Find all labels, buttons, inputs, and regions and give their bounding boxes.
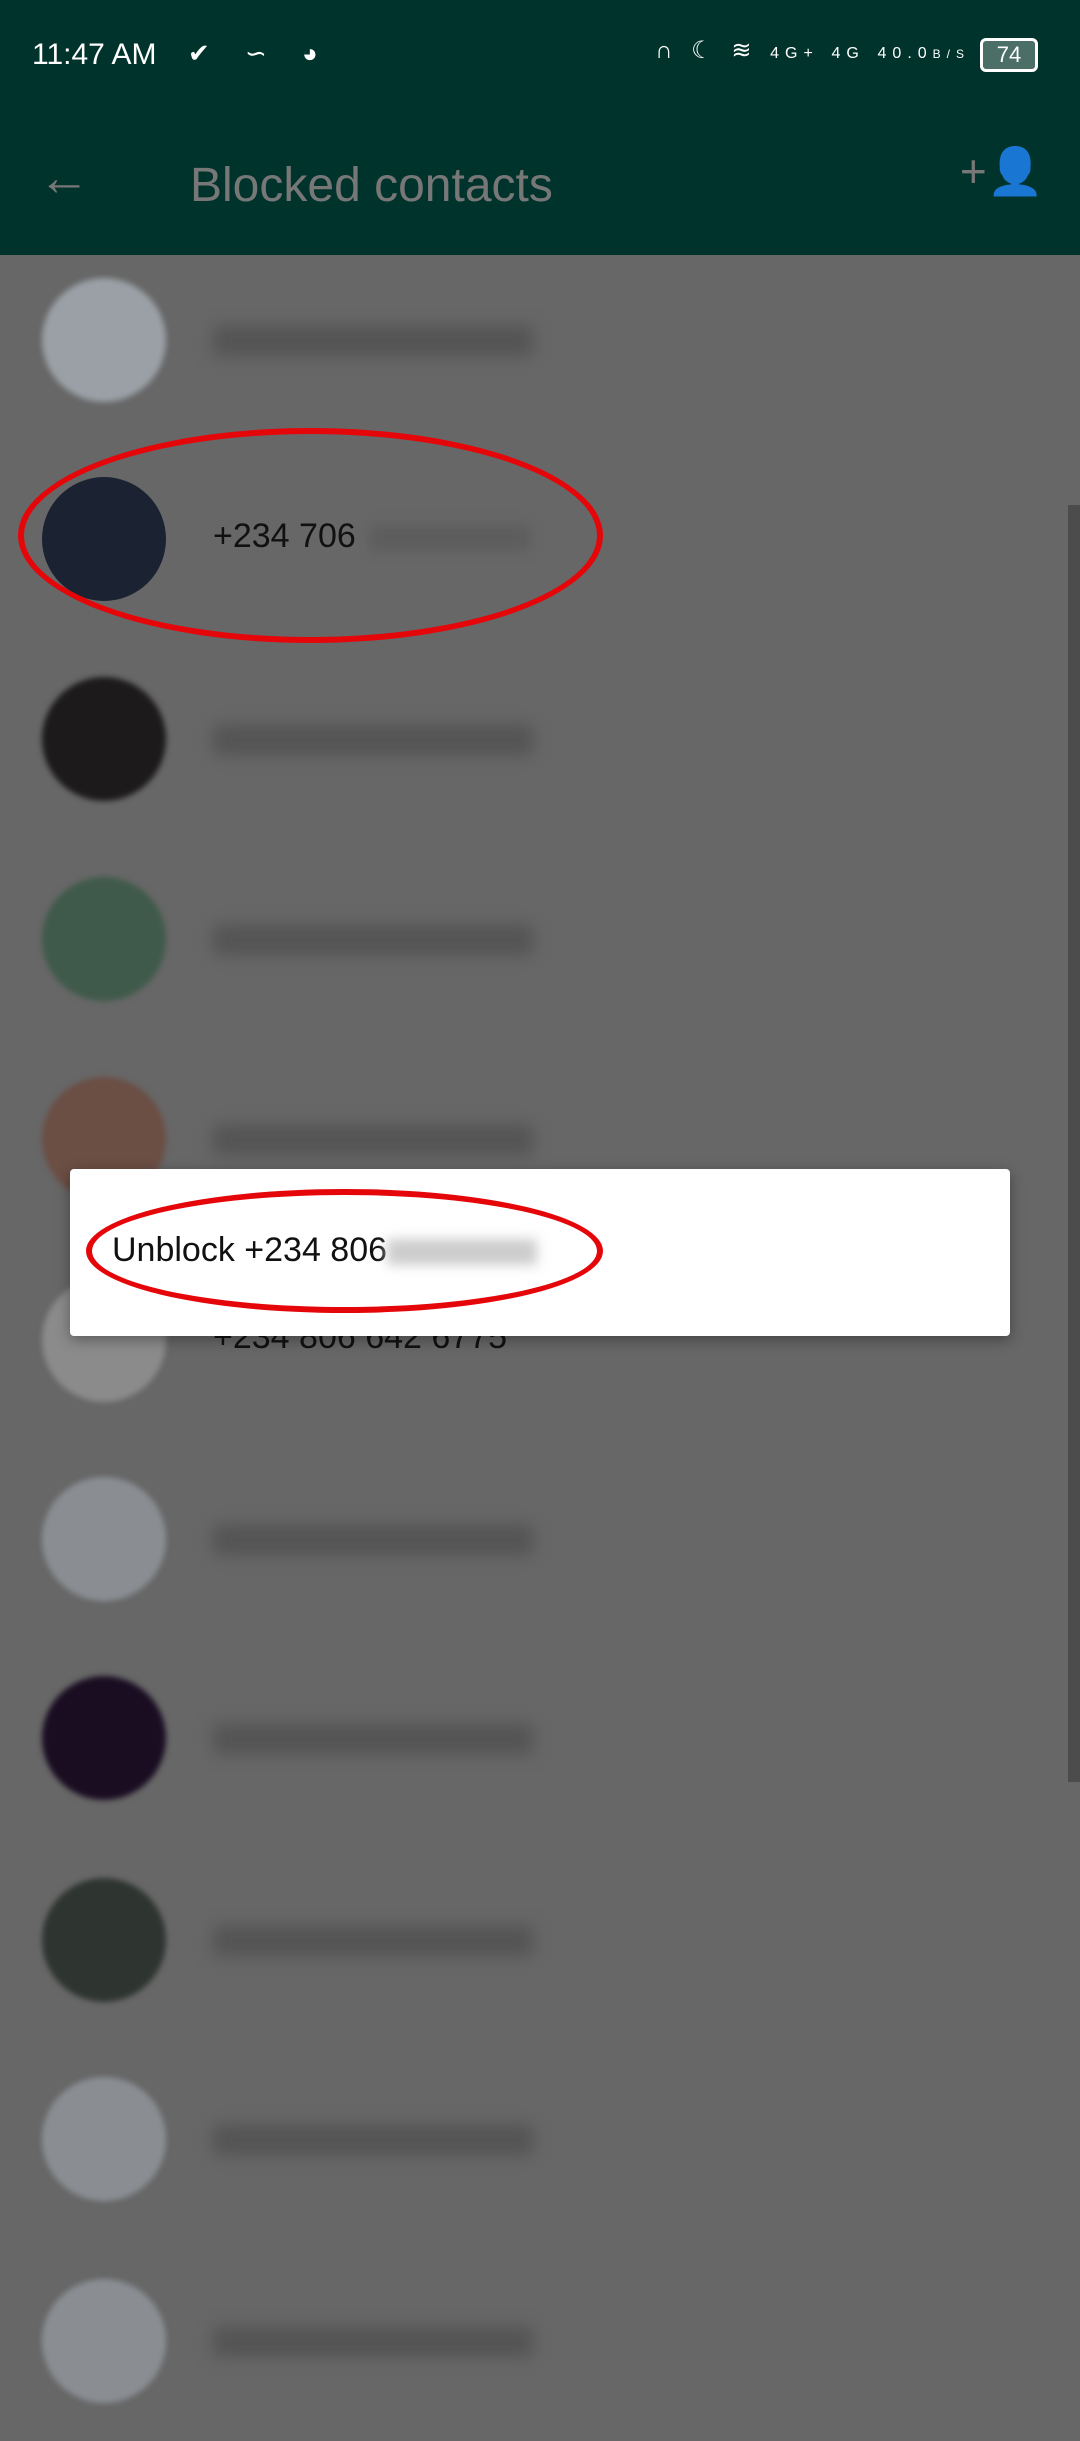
redacted-number: [213, 326, 533, 356]
avatar: [42, 2077, 166, 2201]
wifi-icon: ≋: [731, 37, 758, 64]
redacted-number: [213, 1724, 533, 1754]
system-icons: ∩ ☾ ≋ 4G+ 4G 40.0B/S: [655, 36, 970, 65]
contact-row[interactable]: [0, 1840, 1060, 2040]
redacted-number: [213, 2125, 533, 2155]
network-speed-unit: B/S: [932, 47, 970, 61]
status-bar: 11:47 AM ✔ ∽ ◕ ∩ ☾ ≋ 4G+ 4G 40.0B/S 74: [0, 0, 1080, 100]
signal-label: 4G+: [770, 45, 819, 62]
contact-row[interactable]: [0, 639, 1060, 839]
page-title: Blocked contacts: [190, 159, 553, 212]
scrollbar[interactable]: [1068, 505, 1080, 1782]
add-contact-icon[interactable]: +👤: [960, 144, 1044, 199]
contact-row[interactable]: [0, 1439, 1060, 1639]
avatar: [42, 1477, 166, 1601]
avatar: [42, 877, 166, 1001]
avatar: [42, 2279, 166, 2403]
network-speed: 40.0: [877, 45, 933, 62]
redacted-number: [213, 1926, 533, 1956]
arrow-left-icon[interactable]: ←: [38, 148, 90, 208]
contact-row[interactable]: [0, 2039, 1060, 2239]
moon-icon: ☾: [691, 37, 719, 64]
battery-icon: 74: [980, 38, 1038, 72]
highlight-ring: [18, 428, 603, 643]
notification-icons: ✔ ∽ ◕: [188, 38, 332, 68]
signal-label: 4G: [831, 45, 865, 62]
redacted-number: [213, 925, 533, 955]
contact-row[interactable]: [0, 2241, 1060, 2441]
highlight-ring: [86, 1189, 603, 1313]
contact-row[interactable]: [0, 1638, 1060, 1838]
toolbar: ← Blocked contacts +👤: [0, 100, 1080, 255]
avatar: [42, 677, 166, 801]
redacted-number: [213, 1125, 533, 1155]
redacted-number: [213, 725, 533, 755]
headphones-icon: ∩: [655, 37, 679, 64]
clock: 11:47 AM: [32, 38, 157, 71]
contact-row[interactable]: [0, 839, 1060, 1039]
avatar: [42, 1878, 166, 2002]
contact-row[interactable]: [0, 240, 1060, 440]
avatar: [42, 278, 166, 402]
redacted-number: [213, 1525, 533, 1555]
avatar: [42, 1676, 166, 1800]
redacted-number: [213, 2327, 533, 2357]
